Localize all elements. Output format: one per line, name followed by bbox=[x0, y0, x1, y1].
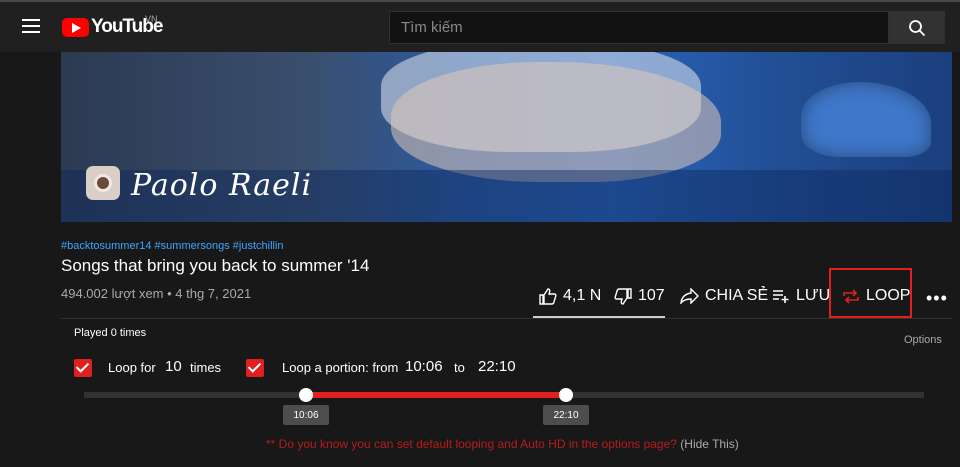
save-label: LƯU bbox=[796, 287, 831, 304]
loop-icon bbox=[843, 288, 859, 304]
loop-label: LOOP bbox=[866, 287, 911, 304]
loop-to-input[interactable]: 22:10 bbox=[478, 358, 516, 375]
dislike-button[interactable]: 107 bbox=[614, 287, 665, 305]
share-arrow-icon bbox=[680, 288, 699, 304]
channel-name-overlay: Paolo Raeli bbox=[131, 168, 313, 203]
video-player[interactable]: Paolo Raeli bbox=[61, 52, 952, 222]
thumbs-up-icon bbox=[539, 287, 557, 305]
divider bbox=[61, 318, 952, 319]
video-title: Songs that bring you back to summer '14 bbox=[61, 256, 370, 275]
options-notice: ** Do you know you can set default loopi… bbox=[266, 437, 739, 451]
options-link[interactable]: Options bbox=[904, 334, 942, 346]
search-box bbox=[389, 11, 889, 44]
loop-from-input[interactable]: 10:06 bbox=[405, 358, 443, 375]
share-button[interactable]: CHIA SẺ bbox=[680, 287, 768, 305]
share-label: CHIA SẺ bbox=[705, 287, 769, 304]
loop-for-label: Loop for bbox=[108, 360, 156, 375]
loop-end-handle[interactable] bbox=[559, 388, 573, 402]
like-button[interactable]: 4,1 N bbox=[539, 287, 601, 305]
loop-start-tooltip: 10:06 bbox=[283, 405, 329, 425]
search-button[interactable] bbox=[889, 11, 945, 44]
video-frame-arm bbox=[391, 62, 721, 182]
dislike-count: 107 bbox=[638, 287, 665, 304]
loop-button[interactable]: LOOP bbox=[842, 287, 910, 305]
like-count: 4,1 N bbox=[563, 287, 602, 304]
top-bar: YouTube VN bbox=[0, 0, 960, 52]
youtube-play-icon bbox=[62, 17, 89, 37]
loop-count-input[interactable]: 10 bbox=[165, 358, 182, 375]
hashtags[interactable]: #backtosummer14 #summersongs #justchilli… bbox=[61, 240, 284, 252]
loop-portion-checkbox[interactable] bbox=[246, 359, 264, 377]
loop-for-checkbox[interactable] bbox=[74, 359, 92, 377]
played-count: Played 0 times bbox=[74, 327, 147, 339]
channel-logo-icon bbox=[86, 166, 120, 200]
save-button[interactable]: LƯU bbox=[772, 287, 830, 305]
thumbs-down-icon bbox=[614, 287, 632, 305]
notice-text: ** Do you know you can set default loopi… bbox=[266, 437, 677, 451]
to-label: to bbox=[454, 360, 465, 375]
hide-notice-link[interactable]: (Hide This) bbox=[680, 437, 738, 451]
loop-portion-label: Loop a portion: from bbox=[282, 360, 399, 375]
loop-end-tooltip: 22:10 bbox=[543, 405, 589, 425]
times-label: times bbox=[190, 360, 222, 375]
playlist-add-icon bbox=[773, 290, 789, 303]
video-frame-mirror bbox=[801, 82, 931, 157]
loop-range-selected bbox=[306, 392, 566, 398]
loop-start-handle[interactable] bbox=[299, 388, 313, 402]
hamburger-menu-icon[interactable] bbox=[22, 19, 40, 33]
region-badge: VN bbox=[145, 14, 158, 24]
more-actions-icon[interactable]: ••• bbox=[926, 288, 948, 309]
video-meta: 494.002 lượt xem • 4 thg 7, 2021 bbox=[61, 286, 252, 301]
search-icon bbox=[909, 19, 926, 36]
search-input[interactable] bbox=[390, 12, 888, 43]
